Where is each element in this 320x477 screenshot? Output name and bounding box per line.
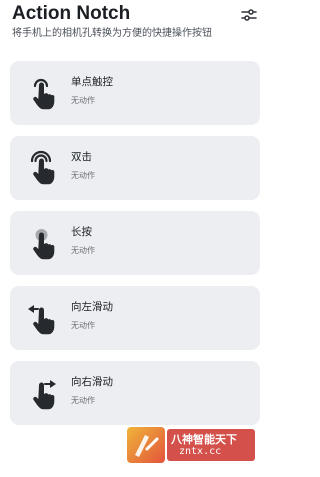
single-tap-icon [26,75,60,111]
gesture-label: 长按 [71,226,92,238]
double-tap-icon [26,150,60,186]
gesture-label: 单点触控 [71,76,113,88]
gesture-action: 无动作 [71,171,95,180]
gesture-action: 无动作 [71,396,95,405]
gesture-action: 无动作 [71,321,95,330]
swipe-right-icon [26,375,60,411]
gesture-label: 向左滑动 [71,301,113,313]
gesture-label: 双击 [71,151,92,163]
site-watermark: 八神智能天下 zntx.cc [127,425,257,465]
watermark-site-name: 八神智能天下 [171,433,237,446]
watermark-domain: zntx.cc [179,446,222,457]
gesture-card-swipe-right[interactable]: 向右滑动 无动作 [10,361,260,425]
app-subtitle: 将手机上的相机孔转换为方便的快捷操作按钮 [12,28,212,39]
watermark-logo-icon [127,427,165,463]
gesture-card-double-tap[interactable]: 双击 无动作 [10,136,260,200]
long-press-icon [26,225,60,261]
gesture-card-long-press[interactable]: 长按 无动作 [10,211,260,275]
app-header: Action Notch 将手机上的相机孔转换为方便的快捷操作按钮 [12,3,257,43]
gesture-card-swipe-left[interactable]: 向左滑动 无动作 [10,286,260,350]
tune-sliders-icon[interactable] [241,7,257,21]
gesture-action: 无动作 [71,96,95,105]
gesture-action: 无动作 [71,246,95,255]
gesture-card-single-tap[interactable]: 单点触控 无动作 [10,61,260,125]
swipe-left-icon [26,300,60,336]
gesture-label: 向右滑动 [71,376,113,388]
app-title: Action Notch [12,3,131,24]
